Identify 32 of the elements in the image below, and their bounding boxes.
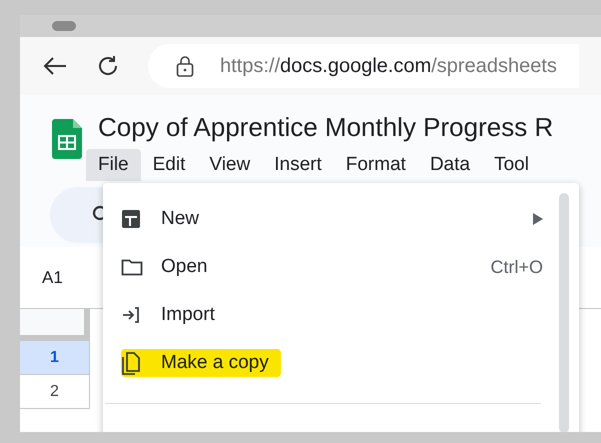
menu-item-label: Make a copy xyxy=(161,350,269,375)
arrow-into-bracket-icon xyxy=(121,306,141,324)
reload-icon[interactable] xyxy=(96,54,120,78)
address-bar[interactable]: https://docs.google.com/spreadsheets xyxy=(148,44,579,88)
row-header[interactable]: 1 xyxy=(20,341,90,375)
menu-bar-item[interactable]: Data xyxy=(418,149,482,181)
spreadsheet-logo-icon xyxy=(52,119,82,159)
back-arrow-icon[interactable] xyxy=(42,56,68,76)
document-title[interactable]: Copy of Apprentice Monthly Progress R xyxy=(98,111,554,143)
menu-item-label: Open xyxy=(161,254,208,279)
menu-item[interactable]: Import xyxy=(103,291,579,339)
folder-icon xyxy=(121,258,143,276)
menu-bar-item[interactable]: View xyxy=(197,149,262,181)
corner-cell[interactable] xyxy=(20,309,90,341)
menu-item[interactable]: New xyxy=(103,195,579,243)
menu-bar-item[interactable]: Format xyxy=(334,149,418,181)
submenu-arrow-icon xyxy=(533,213,543,225)
menu-bar-item[interactable]: Tool xyxy=(482,149,541,181)
menu-item[interactable]: Open Ctrl+O xyxy=(103,243,579,291)
name-box[interactable]: A1 xyxy=(42,264,63,290)
shortcut-text: Ctrl+O xyxy=(490,256,543,278)
menu-item-label: Import xyxy=(161,302,215,327)
lock-icon xyxy=(176,55,194,77)
menu-item-label: New xyxy=(161,206,200,231)
menu-item[interactable]: Make a copy xyxy=(103,339,579,387)
menu-bar-item[interactable]: Insert xyxy=(262,149,334,181)
menu-bar-item[interactable]: File xyxy=(86,149,141,181)
menu-bar-item[interactable]: Edit xyxy=(140,149,198,181)
scrollbar[interactable] xyxy=(559,193,569,432)
row-header[interactable]: 2 xyxy=(20,375,90,409)
url-text: https://docs.google.com/spreadsheets xyxy=(220,54,557,79)
copy-icon xyxy=(121,351,141,375)
